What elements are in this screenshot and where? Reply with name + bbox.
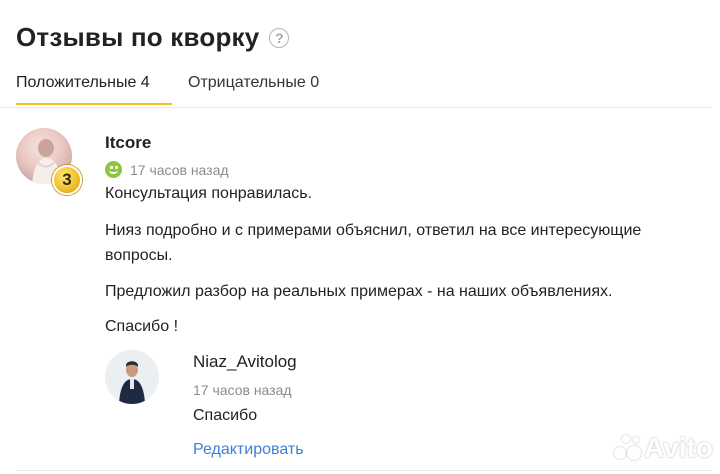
avito-watermark: Avito xyxy=(612,432,713,464)
review-paragraph: вопросы. xyxy=(105,247,173,264)
reviewer-name[interactable]: Itcore xyxy=(105,133,151,153)
review-meta: 17 часов назад xyxy=(105,161,229,178)
reply-text: Спасибо xyxy=(193,407,258,424)
review-paragraph: Нияз подробно и с примерами объяснил, от… xyxy=(105,222,642,239)
tab-positive[interactable]: Положительные 4 xyxy=(16,74,172,105)
page-header: Отзывы по кворку ? xyxy=(16,22,290,53)
question-circle-icon[interactable]: ? xyxy=(269,27,290,48)
edit-reply-link[interactable]: Редактировать xyxy=(193,441,304,459)
smile-positive-icon xyxy=(105,161,122,178)
avito-logo-icon xyxy=(612,433,642,463)
seller-name[interactable]: Niaz_Avitolog xyxy=(193,352,297,372)
watermark-text: Avito xyxy=(644,432,713,463)
divider xyxy=(16,470,712,471)
level-badge: 3 xyxy=(52,165,82,195)
review-paragraph: Консультация понравилась. xyxy=(105,185,313,202)
review-tabs: Положительные 4 Отрицательные 0 xyxy=(0,66,712,108)
tab-negative[interactable]: Отрицательные 0 xyxy=(188,74,319,103)
review-paragraph: Предложил разбор на реальных примерах - … xyxy=(105,283,613,300)
seller-avatar[interactable] xyxy=(105,350,159,404)
reply-time: 17 часов назад xyxy=(193,382,292,398)
review-paragraph: Спасибо ! xyxy=(105,318,179,335)
page-title: Отзывы по кворку xyxy=(16,22,260,52)
review-time: 17 часов назад xyxy=(130,161,229,178)
